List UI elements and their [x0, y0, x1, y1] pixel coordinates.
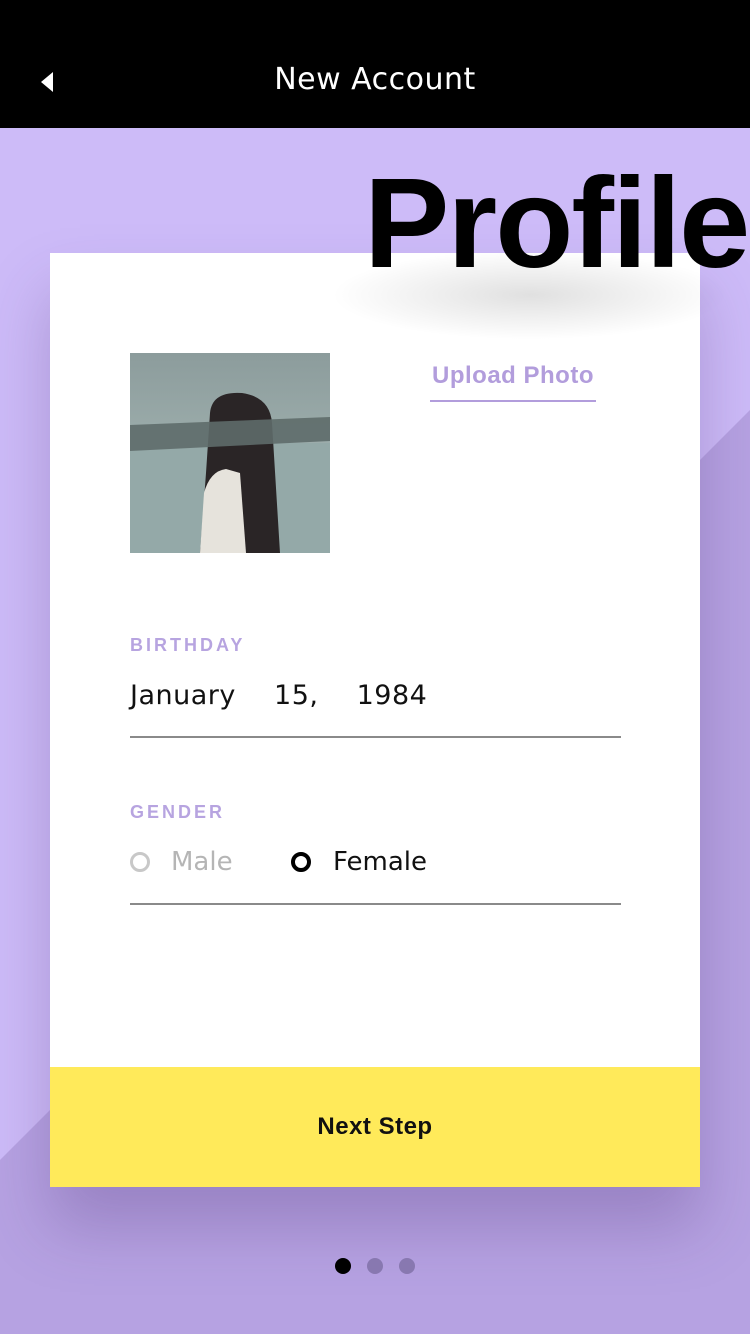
page-dot[interactable] — [367, 1258, 383, 1274]
gender-label: GENDER — [130, 802, 226, 822]
next-step-button[interactable]: Next Step — [50, 1067, 700, 1187]
page-heading: Profile — [364, 160, 750, 288]
female-option-label[interactable]: Female — [333, 847, 427, 877]
gender-underline — [130, 903, 621, 905]
male-radio[interactable] — [130, 852, 150, 872]
upload-photo-link[interactable]: Upload Photo — [430, 362, 596, 402]
female-radio[interactable] — [291, 852, 311, 872]
page-indicator — [0, 1258, 750, 1276]
profile-photo — [130, 353, 330, 553]
navigation-bar: New Account — [0, 0, 750, 128]
nav-title: New Account — [274, 62, 476, 97]
birthday-underline — [130, 736, 621, 738]
birthday-field[interactable]: January 15, 1984 — [130, 680, 427, 711]
page-dot[interactable] — [399, 1258, 415, 1274]
male-option-label[interactable]: Male — [171, 847, 233, 877]
page-dot-active[interactable] — [335, 1258, 351, 1274]
birthday-label: BIRTHDAY — [130, 635, 246, 655]
